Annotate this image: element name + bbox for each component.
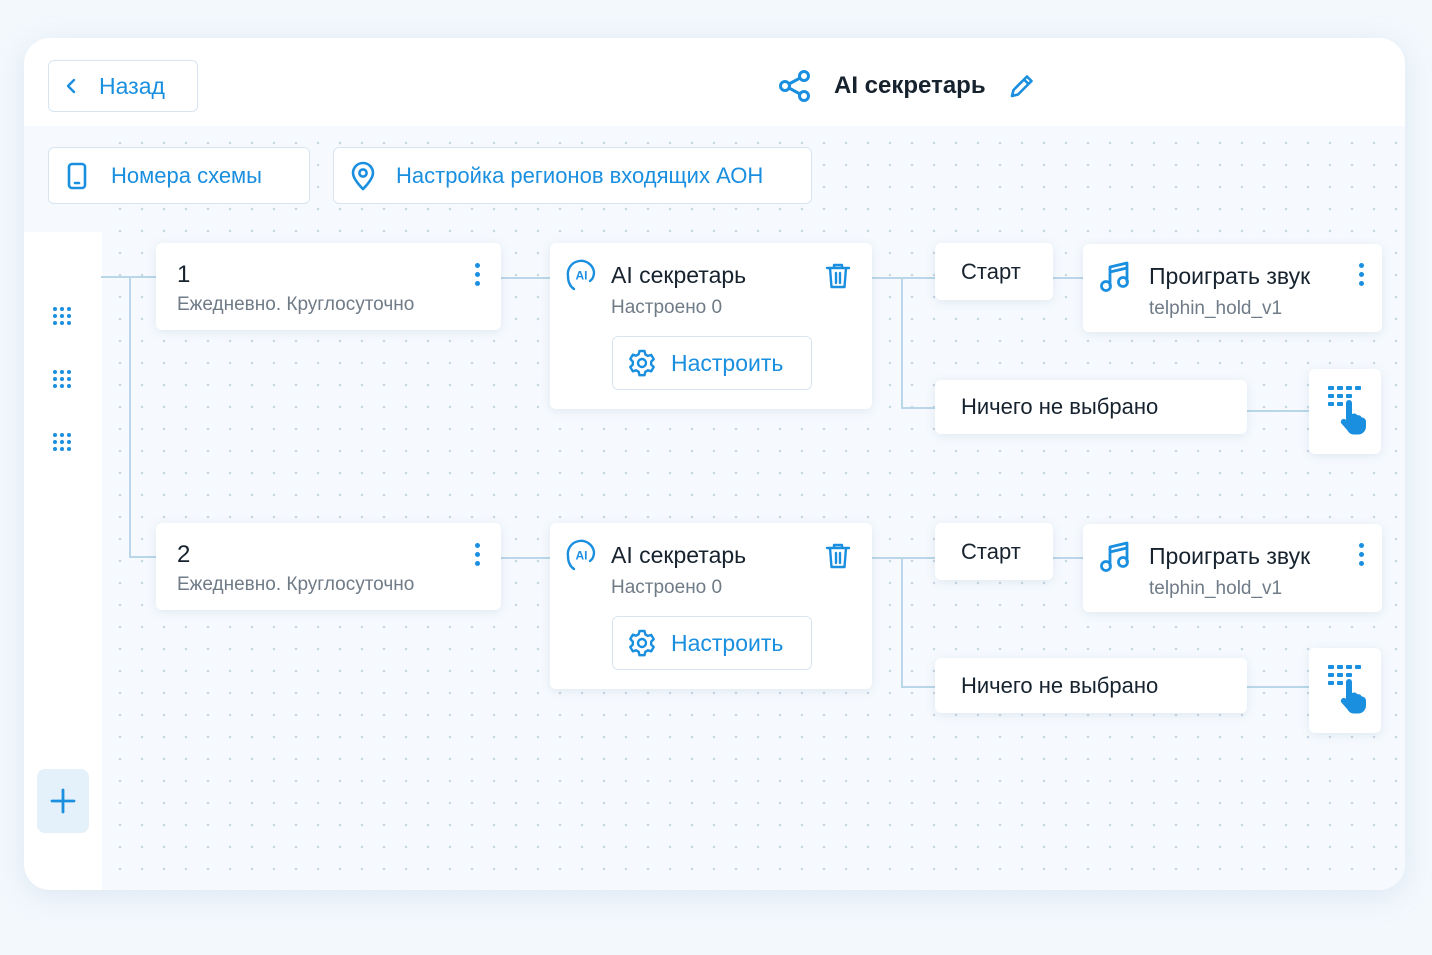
empty-branch-label: Ничего не выбрано [961, 394, 1159, 419]
rule-schedule: Ежедневно. Круглосуточно [177, 294, 415, 315]
top-bar [24, 38, 1405, 126]
empty-branch-node[interactable]: Ничего не выбрано [935, 658, 1247, 713]
back-button[interactable]: Назад [48, 60, 198, 112]
connector-line [1053, 557, 1083, 559]
schedule-rule-card[interactable]: 2 Ежедневно. Круглосуточно [156, 523, 501, 610]
connector-line [129, 556, 156, 558]
connector-line [501, 557, 550, 559]
start-branch-node[interactable]: Старт [935, 243, 1053, 300]
scheme-editor-panel: Назад AI секретарь Номера схемы Настройк… [24, 38, 1405, 890]
more-options-icon[interactable] [473, 543, 481, 571]
start-label: Старт [961, 258, 1021, 284]
sound-file-name: telphin_hold_v1 [1149, 298, 1283, 319]
node-title: AI секретарь [611, 262, 747, 288]
configure-label: Настроить [671, 629, 784, 656]
connector-line [129, 276, 131, 558]
more-options-icon[interactable] [1357, 263, 1365, 291]
connector-line [901, 277, 903, 409]
connector-line [872, 557, 935, 559]
sound-file-name: telphin_hold_v1 [1149, 578, 1283, 599]
connector-line [901, 407, 935, 409]
rule-schedule: Ежедневно. Круглосуточно [177, 574, 415, 595]
incoming-regions-button[interactable]: Настройка регионов входящих АОН [333, 147, 812, 204]
start-label: Старт [961, 538, 1021, 564]
scheme-numbers-label: Номера схемы [111, 162, 262, 188]
node-status: Настроено 0 [611, 577, 723, 598]
smartphone-icon [67, 162, 87, 190]
gear-icon [627, 628, 657, 658]
flow-canvas [101, 126, 1405, 890]
chevron-left-icon [65, 78, 79, 94]
start-branch-node[interactable]: Старт [935, 523, 1053, 580]
dots-grid-icon[interactable] [52, 306, 72, 326]
page-title: AI секретарь [834, 72, 986, 99]
connector-line [1053, 277, 1083, 279]
scheme-numbers-button[interactable]: Номера схемы [48, 147, 310, 204]
connector-line [1247, 410, 1309, 412]
music-note-icon [1099, 260, 1131, 299]
play-sound-node[interactable]: Проиграть звук telphin_hold_v1 [1083, 244, 1382, 332]
svg-text:AI: AI [576, 269, 588, 283]
ai-badge-icon: AI [564, 539, 598, 573]
schedule-rule-card[interactable]: 1 Ежедневно. Круглосуточно [156, 243, 501, 330]
connector-line [901, 557, 903, 688]
add-keypad-action-button[interactable] [1309, 369, 1381, 454]
rule-number: 2 [177, 541, 191, 568]
plus-icon [50, 788, 76, 814]
configure-label: Настроить [671, 349, 784, 376]
header-title-group: AI секретарь [778, 68, 1036, 104]
incoming-regions-label: Настройка регионов входящих АОН [396, 162, 764, 188]
add-button[interactable] [37, 769, 89, 833]
connector-line [1247, 686, 1309, 688]
play-sound-node[interactable]: Проиграть звук telphin_hold_v1 [1083, 524, 1382, 612]
more-options-icon[interactable] [473, 263, 481, 291]
add-keypad-action-button[interactable] [1309, 648, 1381, 733]
connector-line [901, 686, 935, 688]
gear-icon [627, 348, 657, 378]
map-pin-icon [350, 161, 376, 191]
share-nodes-icon [778, 69, 812, 103]
trash-icon[interactable] [825, 262, 851, 295]
node-title: AI секретарь [611, 542, 747, 568]
node-title: Проиграть звук [1149, 543, 1311, 569]
ai-secretary-node[interactable]: AI AI секретарь Настроено 0 Настроить [550, 523, 872, 689]
keypad-tap-icon [1327, 664, 1367, 721]
empty-branch-node[interactable]: Ничего не выбрано [935, 380, 1247, 434]
connector-line [501, 277, 550, 279]
rule-number: 1 [177, 261, 191, 288]
dots-grid-icon[interactable] [52, 432, 72, 452]
dots-grid-icon[interactable] [52, 369, 72, 389]
empty-branch-label: Ничего не выбрано [961, 672, 1159, 698]
music-note-icon [1099, 540, 1131, 579]
svg-text:AI: AI [576, 549, 588, 563]
node-title: Проиграть звук [1149, 263, 1311, 289]
node-status: Настроено 0 [611, 297, 723, 318]
connector-line [872, 277, 935, 279]
left-toolbar [24, 232, 102, 890]
keypad-tap-icon [1327, 385, 1367, 442]
ai-badge-icon: AI [564, 259, 598, 293]
configure-button[interactable]: Настроить [612, 616, 812, 670]
ai-secretary-node[interactable]: AI AI секретарь Настроено 0 Настроить [550, 243, 872, 409]
back-label: Назад [99, 72, 165, 99]
pencil-icon[interactable] [1008, 72, 1036, 100]
more-options-icon[interactable] [1357, 543, 1365, 571]
configure-button[interactable]: Настроить [612, 336, 812, 390]
trash-icon[interactable] [825, 542, 851, 575]
